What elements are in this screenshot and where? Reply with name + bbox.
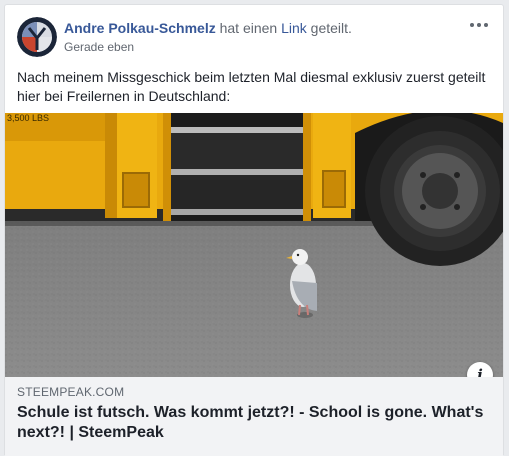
action-link[interactable]: Link <box>281 20 307 36</box>
avatar-image <box>17 17 57 57</box>
action-suffix: geteilt. <box>310 20 352 36</box>
action-verb: hat einen <box>219 20 278 36</box>
more-options-button[interactable] <box>467 16 491 34</box>
feed-post: Andre Polkau-Schmelz hat einen Link gete… <box>4 4 504 456</box>
post-header: Andre Polkau-Schmelz hat einen Link gete… <box>64 19 464 37</box>
post-timestamp[interactable]: Gerade eben <box>64 40 134 54</box>
post-message: Nach meinem Missgeschick beim letzten Ma… <box>17 69 486 104</box>
bus-capacity-label: 3,500 LBS <box>7 113 49 123</box>
link-title[interactable]: Schule ist futsch. Was kommt jetzt?! - S… <box>17 403 487 443</box>
author-avatar[interactable] <box>17 17 57 57</box>
author-name[interactable]: Andre Polkau-Schmelz <box>64 20 216 36</box>
more-horizontal-icon <box>470 23 488 27</box>
bus-seagull-photo: 3,500 LBS <box>5 113 503 377</box>
link-preview-meta[interactable]: STEEMPEAK.COM Schule ist futsch. Was kom… <box>5 377 503 456</box>
link-preview-image[interactable]: 3,500 LBS <box>5 113 503 377</box>
link-domain: STEEMPEAK.COM <box>17 385 125 399</box>
